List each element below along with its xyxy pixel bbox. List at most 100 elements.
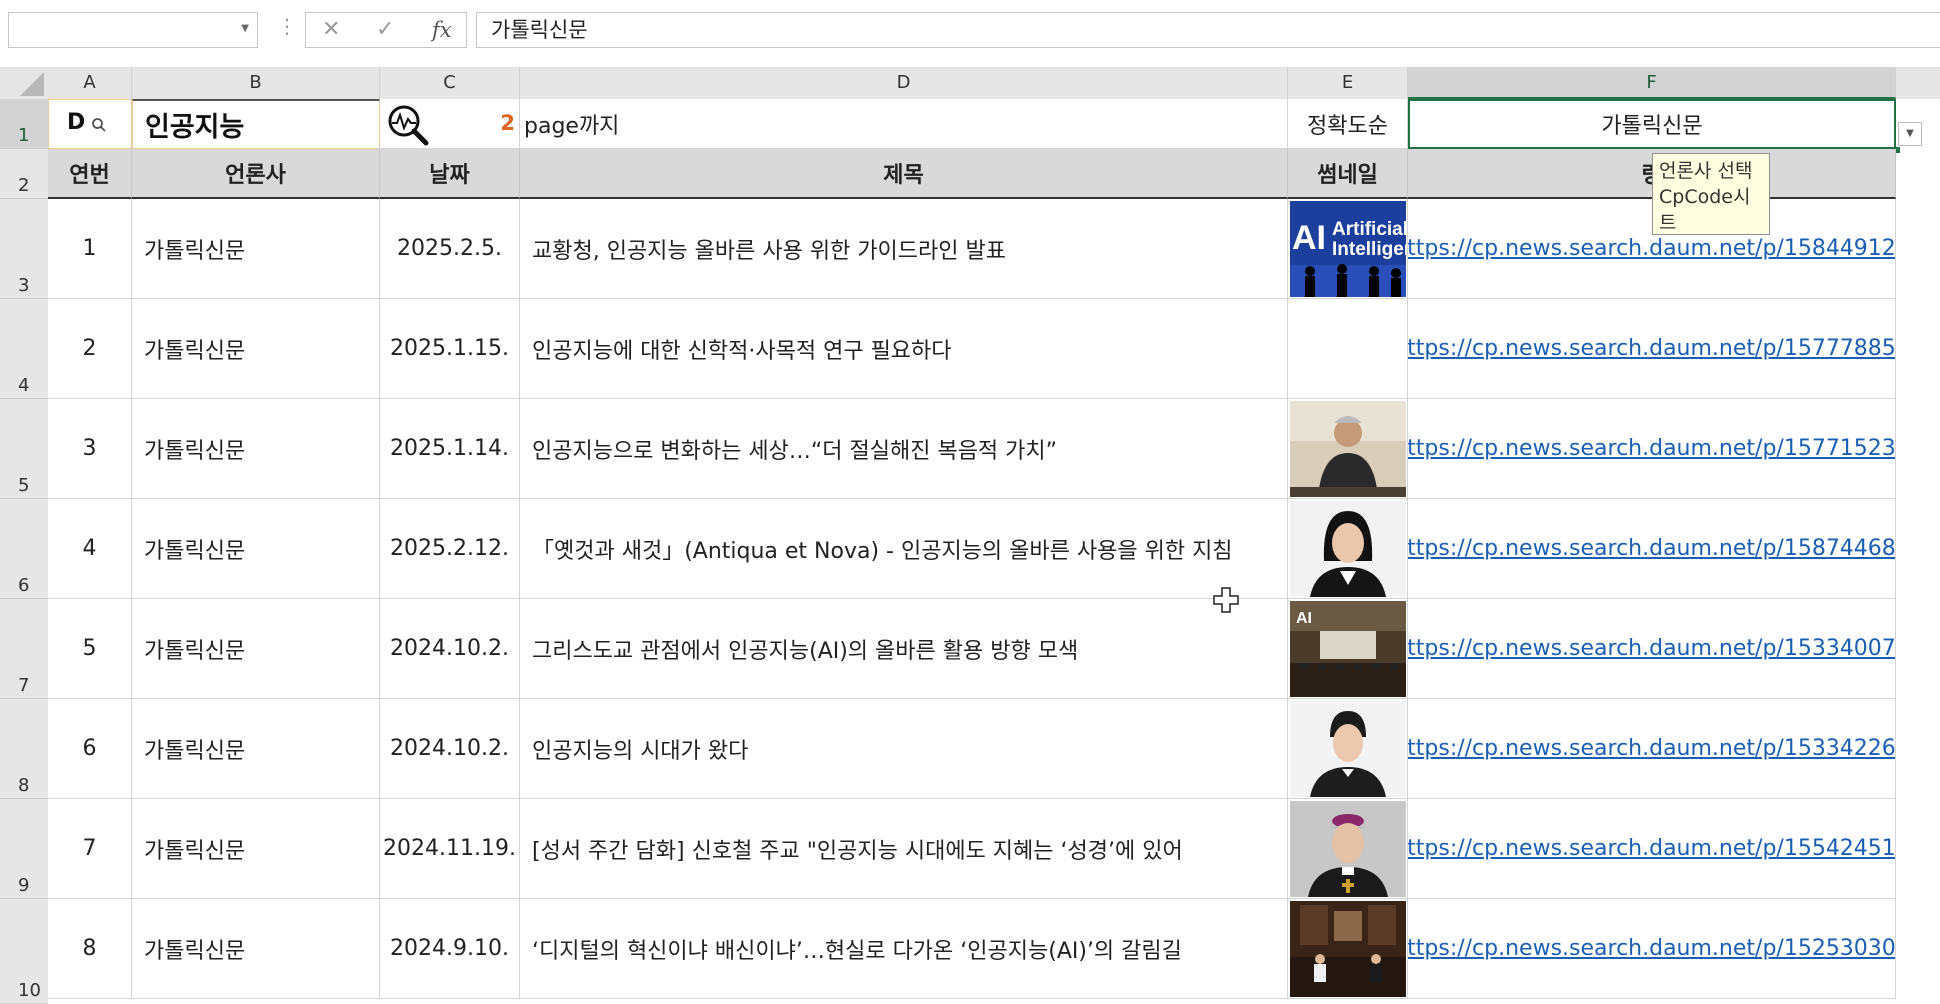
cell-cursor-icon (1213, 587, 1239, 613)
link-cell[interactable]: https://cp.news.search.daum.net/p/158744… (1408, 499, 1896, 599)
cancel-icon[interactable]: ✕ (322, 17, 340, 42)
row-header-2[interactable]: 2 (0, 149, 48, 199)
enter-icon[interactable]: ✓ (376, 17, 394, 42)
thumbnail-image[interactable] (1290, 901, 1406, 997)
article-link[interactable]: https://cp.news.search.daum.net/p/158744… (1408, 536, 1895, 561)
more-options-icon[interactable]: ⋮ (277, 16, 297, 36)
press-cell[interactable]: 가톨릭신문 (132, 899, 380, 999)
row-number-cell[interactable]: 6 (48, 699, 132, 799)
column-header-g[interactable] (1896, 67, 1940, 99)
thumbnail-cell[interactable]: AI (1288, 599, 1408, 699)
dropdown-arrow-icon[interactable]: ▼ (1898, 122, 1922, 146)
row-header-6[interactable]: 6 (0, 499, 48, 599)
bishop-portrait-photo (1290, 801, 1406, 897)
article-link[interactable]: https://cp.news.search.daum.net/p/158449… (1408, 236, 1895, 261)
row-header-9[interactable]: 9 (0, 799, 48, 899)
thumbnail-image[interactable]: AI ArtificialIntelligen (1290, 201, 1406, 297)
title-cell[interactable]: 「옛것과 새것」(Antiqua et Nova) - 인공지능의 올바른 사용… (520, 499, 1288, 599)
row-number-cell[interactable]: 4 (48, 499, 132, 599)
press-cell-text: 가톨릭신문 (144, 838, 246, 864)
name-box[interactable]: ▼ (8, 12, 258, 48)
link-cell[interactable]: https://cp.news.search.daum.net/p/153340… (1408, 599, 1896, 699)
date-cell[interactable]: 2024.11.19. (380, 799, 520, 899)
row-number-cell[interactable]: 8 (48, 899, 132, 999)
row-header-4[interactable]: 4 (0, 299, 48, 399)
date-cell[interactable]: 2025.2.12. (380, 499, 520, 599)
link-cell[interactable]: https://cp.news.search.daum.net/p/152530… (1408, 899, 1896, 999)
link-cell[interactable]: https://cp.news.search.daum.net/p/157778… (1408, 299, 1896, 399)
row-header-3[interactable]: 3 (0, 199, 48, 299)
press-cell[interactable]: 가톨릭신문 (132, 199, 380, 299)
select-all-corner[interactable] (0, 67, 48, 99)
row-header-7[interactable]: 7 (0, 599, 48, 699)
date-cell[interactable]: 2025.1.15. (380, 299, 520, 399)
row-header-1[interactable]: 1 (0, 99, 48, 149)
title-cell[interactable]: 교황청, 인공지능 올바른 사용 위한 가이드라인 발표 (520, 199, 1288, 299)
link-cell[interactable]: https://cp.news.search.daum.net/p/157715… (1408, 399, 1896, 499)
thumbnail-cell[interactable] (1288, 899, 1408, 999)
column-header-d[interactable]: D (520, 67, 1288, 99)
thumbnail-cell[interactable] (1288, 699, 1408, 799)
link-cell[interactable]: https://cp.news.search.daum.net/p/155424… (1408, 799, 1896, 899)
column-header-a[interactable]: A (48, 67, 132, 99)
title-cell[interactable]: 그리스도교 관점에서 인공지능(AI)의 올바른 활용 방향 모색 (520, 599, 1288, 699)
date-cell-text: 2025.1.15. (390, 336, 509, 361)
press-cell-text: 가톨릭신문 (144, 438, 246, 464)
thumbnail-image[interactable] (1290, 701, 1406, 797)
article-link[interactable]: https://cp.news.search.daum.net/p/153340… (1408, 636, 1895, 661)
title-cell[interactable]: [성서 주간 담화] 신호철 주교 "인공지능 시대에도 지혜는 ‘성경’에 있… (520, 799, 1288, 899)
press-cell[interactable]: 가톨릭신문 (132, 599, 380, 699)
date-cell[interactable]: 2024.10.2. (380, 699, 520, 799)
row-header-5[interactable]: 5 (0, 399, 48, 499)
article-link[interactable]: https://cp.news.search.daum.net/p/152530… (1408, 936, 1895, 961)
date-cell[interactable]: 2024.10.2. (380, 599, 520, 699)
press-cell[interactable]: 가톨릭신문 (132, 799, 380, 899)
article-link[interactable]: https://cp.news.search.daum.net/p/157778… (1408, 336, 1895, 361)
thumbnail-image[interactable] (1290, 501, 1406, 597)
pages-cell[interactable]: 2 (380, 99, 520, 149)
row-number-cell[interactable]: 5 (48, 599, 132, 699)
thumbnail-image[interactable]: AI (1290, 601, 1406, 697)
article-link[interactable]: https://cp.news.search.daum.net/p/155424… (1408, 836, 1895, 861)
row-header-8[interactable]: 8 (0, 699, 48, 799)
row-number-cell[interactable]: 1 (48, 199, 132, 299)
article-link[interactable]: https://cp.news.search.daum.net/p/157715… (1408, 436, 1895, 461)
input-message-tooltip: 언론사 선택 CpCode시트 (1652, 153, 1770, 235)
press-cell[interactable]: 가톨릭신문 (132, 499, 380, 599)
title-cell[interactable]: 인공지능에 대한 신학적·사목적 연구 필요하다 (520, 299, 1288, 399)
link-cell[interactable]: https://cp.news.search.daum.net/p/153342… (1408, 699, 1896, 799)
row-header-10[interactable]: 10 (0, 899, 48, 1004)
date-cell[interactable]: 2024.9.10. (380, 899, 520, 999)
formula-buttons: ✕ ✓ fx (305, 12, 467, 48)
row-number-cell[interactable]: 7 (48, 799, 132, 899)
title-cell[interactable]: ‘디지털의 혁신이냐 배신이냐’…현실로 다가온 ‘인공지능(AI)’의 갈림길 (520, 899, 1288, 999)
thumbnail-image[interactable] (1290, 401, 1406, 497)
thumbnail-cell[interactable] (1288, 499, 1408, 599)
column-header-e[interactable]: E (1288, 67, 1408, 99)
column-header-c[interactable]: C (380, 67, 520, 99)
row-number-cell[interactable]: 3 (48, 399, 132, 499)
date-cell[interactable]: 2025.1.14. (380, 399, 520, 499)
name-box-dropdown-icon[interactable]: ▼ (241, 23, 249, 34)
article-link[interactable]: https://cp.news.search.daum.net/p/153342… (1408, 736, 1895, 761)
formula-input[interactable]: 가톨릭신문 (476, 12, 1940, 48)
press-cell[interactable]: 가톨릭신문 (132, 399, 380, 499)
thumbnail-cell[interactable] (1288, 299, 1408, 399)
cell-a1-logo[interactable]: D (48, 99, 132, 149)
title-cell[interactable]: 인공지능으로 변화하는 세상…“더 절실해진 복음적 가치” (520, 399, 1288, 499)
column-header-b[interactable]: B (132, 67, 380, 99)
thumbnail-cell[interactable] (1288, 399, 1408, 499)
date-cell[interactable]: 2025.2.5. (380, 199, 520, 299)
press-cell[interactable]: 가톨릭신문 (132, 299, 380, 399)
title-cell[interactable]: 인공지능의 시대가 왔다 (520, 699, 1288, 799)
sort-order-cell[interactable]: 정확도순 (1288, 99, 1408, 149)
column-header-f[interactable]: F (1408, 67, 1896, 99)
keyword-input[interactable]: 인공지능 (132, 99, 380, 149)
press-cell[interactable]: 가톨릭신문 (132, 699, 380, 799)
press-select-cell[interactable]: 가톨릭신문 (1408, 99, 1896, 149)
thumbnail-image[interactable] (1290, 801, 1406, 897)
row-number-cell[interactable]: 2 (48, 299, 132, 399)
thumbnail-cell[interactable]: AI ArtificialIntelligen (1288, 199, 1408, 299)
insert-function-icon[interactable]: fx (432, 18, 452, 42)
thumbnail-cell[interactable] (1288, 799, 1408, 899)
